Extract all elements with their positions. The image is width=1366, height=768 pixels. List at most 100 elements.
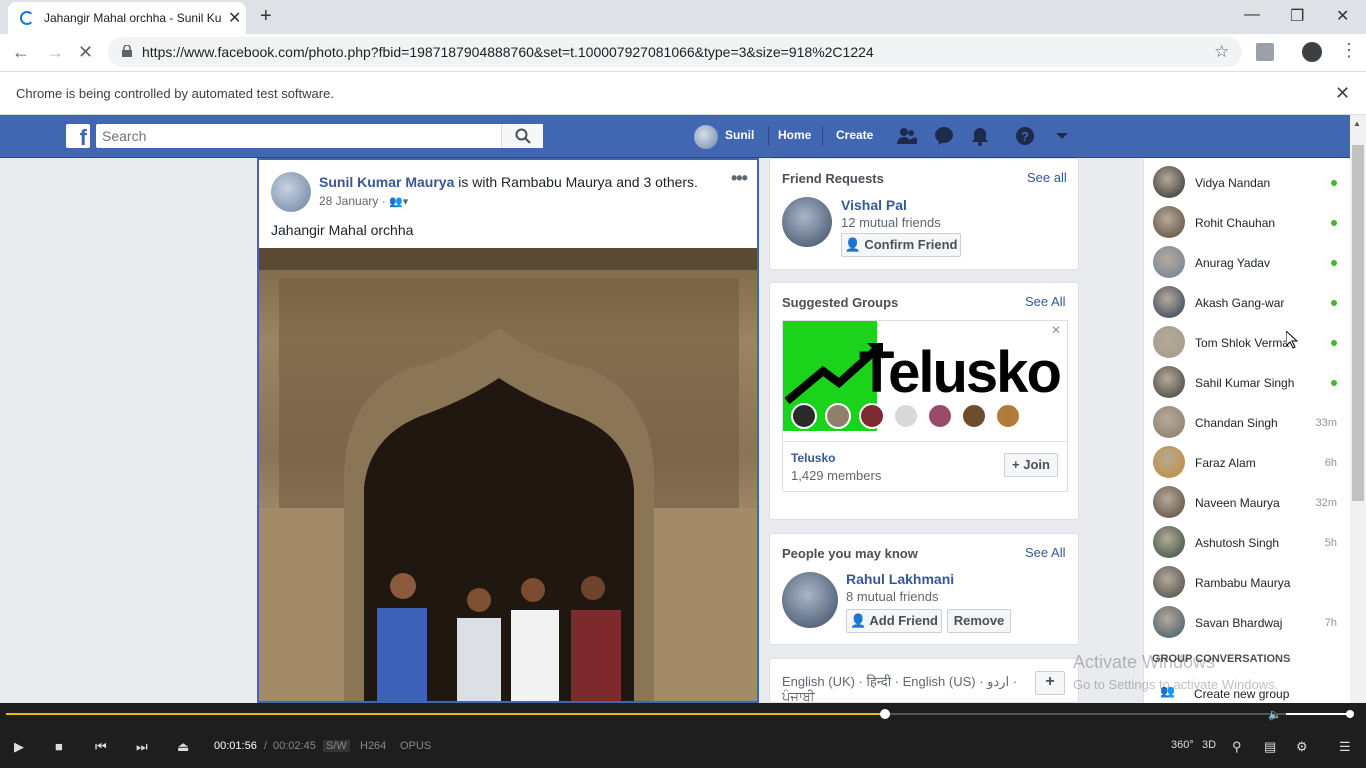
- chat-contact[interactable]: Chandan Singh 33m: [1144, 398, 1351, 438]
- seek-handle[interactable]: [880, 709, 890, 719]
- notifications-bell-icon[interactable]: [970, 126, 990, 146]
- friend-requests-icon[interactable]: [897, 126, 917, 146]
- mouse-cursor-icon: [1286, 331, 1298, 349]
- author-name-link[interactable]: Sunil Kumar Maurya: [319, 174, 454, 190]
- automation-infobar: Chrome is being controlled by automated …: [0, 71, 1366, 115]
- pymk-title: People you may know: [782, 546, 918, 561]
- profile-icon[interactable]: [1302, 42, 1322, 62]
- chat-contact[interactable]: Faraz Alam 6h: [1144, 438, 1351, 478]
- menu-kebab-icon[interactable]: ⋮: [1340, 40, 1358, 61]
- vr-360-icon[interactable]: 360°: [1171, 739, 1194, 751]
- volume-icon[interactable]: 🔈: [1268, 708, 1282, 721]
- scrollbar-thumb[interactable]: [1352, 145, 1364, 501]
- back-icon[interactable]: ←: [12, 42, 30, 63]
- restore-icon[interactable]: ❐: [1290, 6, 1304, 26]
- suggestion-avatar[interactable]: [782, 572, 838, 628]
- more-languages-button[interactable]: +: [1035, 671, 1065, 695]
- account-menu-caret-icon[interactable]: [1052, 126, 1072, 146]
- post-photo[interactable]: [259, 248, 757, 701]
- play-icon[interactable]: ▶: [14, 739, 24, 755]
- profile-link[interactable]: Sunil: [725, 128, 754, 142]
- page-scrollbar[interactable]: ▲: [1350, 115, 1366, 703]
- minimize-icon[interactable]: —: [1244, 6, 1260, 24]
- post-header: Sunil Kumar Maurya is with Rambabu Maury…: [319, 174, 698, 190]
- previous-icon[interactable]: ⏮: [95, 739, 107, 755]
- hamburger-menu-icon[interactable]: ☰: [1339, 739, 1351, 755]
- requester-avatar[interactable]: [782, 197, 832, 247]
- confirm-friend-button[interactable]: 👤 Confirm Friend: [841, 233, 961, 257]
- group-banner[interactable]: Telusko ✕: [783, 321, 1067, 431]
- add-friend-button[interactable]: 👤 Add Friend: [846, 609, 942, 633]
- facebook-logo-icon[interactable]: f: [66, 124, 90, 150]
- infobar-close-icon[interactable]: ✕: [1335, 83, 1350, 104]
- forward-icon[interactable]: →: [46, 42, 64, 63]
- chat-contact[interactable]: Ashutosh Singh 5h: [1144, 518, 1351, 558]
- stop-icon[interactable]: ✕: [78, 42, 93, 63]
- address-bar[interactable]: https://www.facebook.com/photo.php?fbid=…: [108, 37, 1242, 67]
- add-person-icon: 👤: [844, 237, 861, 252]
- suggestion-mutual: 8 mutual friends: [846, 589, 939, 604]
- stop-playback-icon[interactable]: ■: [55, 739, 63, 754]
- chat-contact[interactable]: Anurag Yadav: [1144, 238, 1351, 278]
- audience-friends-icon[interactable]: 👥▾: [389, 196, 408, 208]
- new-tab-icon[interactable]: +: [260, 5, 272, 28]
- chat-contact[interactable]: Tom Shlok Verma: [1144, 318, 1351, 358]
- author-avatar[interactable]: [271, 172, 311, 212]
- browser-tab[interactable]: Jahangir Mahal orchha - Sunil Ku ✕: [8, 2, 246, 34]
- remove-button[interactable]: Remove: [947, 609, 1011, 633]
- next-icon[interactable]: ⏭: [136, 739, 148, 755]
- suggested-groups-card: Suggested Groups See All Telusko ✕ Telus…: [769, 282, 1079, 520]
- create-link[interactable]: Create: [836, 128, 873, 142]
- chat-contact[interactable]: Rohit Chauhan: [1144, 198, 1351, 238]
- suggested-groups-see-all[interactable]: See All: [1025, 294, 1065, 309]
- settings-gear-icon[interactable]: ⚙: [1296, 739, 1308, 755]
- volume-handle[interactable]: [1346, 710, 1354, 718]
- scroll-up-icon[interactable]: ▲: [1353, 119, 1361, 128]
- people-you-may-know-card: People you may know See All Rahul Lakhma…: [769, 533, 1079, 645]
- playlist-icon[interactable]: ▤: [1264, 739, 1276, 755]
- fb-search: [96, 124, 543, 148]
- chat-contact[interactable]: Naveen Maurya 32m: [1144, 478, 1351, 518]
- pymk-see-all[interactable]: See All: [1025, 545, 1065, 560]
- more-options-icon[interactable]: •••: [731, 168, 748, 189]
- home-link[interactable]: Home: [778, 128, 811, 142]
- bookmark-star-icon[interactable]: ☆: [1214, 42, 1229, 62]
- tab-close-icon[interactable]: ✕: [228, 8, 241, 28]
- nav-divider: [822, 126, 823, 146]
- eject-icon[interactable]: ⏏: [177, 739, 189, 755]
- extension-icon[interactable]: [1256, 43, 1274, 61]
- seek-bar[interactable]: [6, 709, 1348, 719]
- decode-tag[interactable]: S/W: [323, 740, 350, 752]
- zoom-icon[interactable]: ⚲: [1232, 739, 1242, 755]
- friend-requests-see-all[interactable]: See all: [1027, 170, 1067, 185]
- window-close-icon[interactable]: ✕: [1336, 6, 1349, 26]
- dismiss-group-icon[interactable]: ✕: [1051, 323, 1061, 337]
- suggestion-name[interactable]: Rahul Lakhmani: [846, 571, 954, 587]
- total-time: 00:02:45: [273, 740, 316, 752]
- requester-name[interactable]: Vishal Pal: [841, 197, 907, 213]
- help-icon[interactable]: ?: [1015, 126, 1035, 146]
- chat-contact[interactable]: Sahil Kumar Singh: [1144, 358, 1351, 398]
- chat-contact[interactable]: Vidya Nandan: [1144, 158, 1351, 198]
- chat-contact[interactable]: Akash Gang-war: [1144, 278, 1351, 318]
- chat-contact[interactable]: Rambabu Maurya: [1144, 558, 1351, 598]
- messenger-icon[interactable]: [934, 126, 954, 146]
- language-link-punjabi[interactable]: ਪੰਜਾਬੀ: [782, 689, 815, 702]
- chat-sidebar: Vidya Nandan Rohit Chauhan Anurag Yadav Aka…: [1143, 158, 1350, 703]
- search-icon: [515, 128, 531, 144]
- volume-slider[interactable]: [1286, 710, 1354, 718]
- 3d-icon[interactable]: 3D: [1202, 739, 1216, 751]
- join-group-button[interactable]: + Join: [1004, 453, 1058, 477]
- automation-message: Chrome is being controlled by automated …: [16, 86, 334, 101]
- banner-wordmark: Telusko: [859, 340, 1062, 405]
- group-name[interactable]: Telusko: [791, 451, 835, 465]
- media-player-bar: ▶ ■ ⏮ ⏭ ⏏ 00:01:56 / 00:02:45 S/W H264 O…: [0, 703, 1366, 768]
- profile-avatar[interactable]: [694, 125, 718, 149]
- post-date[interactable]: 28 January · 👥▾: [319, 194, 408, 208]
- search-button[interactable]: [501, 124, 543, 148]
- language-links[interactable]: English (UK) · हिन्दी · English (US) · ا…: [782, 672, 1017, 690]
- chat-contact[interactable]: Savan Bhardwaj 7h: [1144, 598, 1351, 638]
- search-input[interactable]: [102, 127, 492, 145]
- tab-strip: Jahangir Mahal orchha - Sunil Ku ✕ + — ❐…: [0, 0, 1366, 34]
- online-status-dot: [1331, 220, 1337, 226]
